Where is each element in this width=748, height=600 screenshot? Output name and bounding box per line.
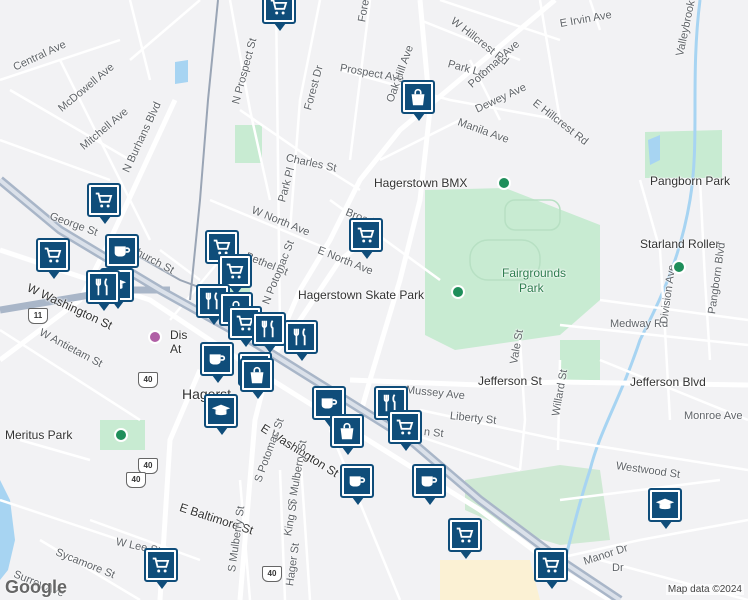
route-shield-40-alt: 40	[138, 372, 158, 388]
street-label-monroe-ave: Monroe Ave	[684, 410, 743, 422]
shopping-bag-icon	[244, 362, 270, 388]
cart-icon	[222, 258, 248, 284]
fork-knife-icon	[256, 316, 282, 342]
place-label-district-at: At	[170, 342, 182, 356]
restaurant-poi-pin[interactable]	[86, 270, 120, 311]
grocery-poi-pin[interactable]	[262, 0, 296, 31]
cart-icon	[91, 187, 117, 213]
place-label-fairgrounds-park: Park	[519, 281, 544, 295]
cart-icon	[40, 242, 66, 268]
school-poi-pin[interactable]	[648, 488, 682, 529]
meritus-park-poi-icon[interactable]	[114, 428, 128, 442]
shopping-poi-pin[interactable]	[240, 358, 274, 399]
fork-knife-icon	[288, 324, 314, 350]
shopping-poi-pin[interactable]	[330, 414, 364, 455]
street-label-n-st: n St	[423, 426, 445, 441]
skate-park-poi-icon[interactable]	[451, 285, 465, 299]
cart-icon	[392, 414, 418, 440]
grocery-poi-pin[interactable]	[87, 183, 121, 224]
restaurant-poi-pin[interactable]	[252, 312, 286, 353]
place-label-district: Dis	[170, 328, 188, 342]
cafe-poi-pin[interactable]	[200, 342, 234, 383]
cafe-poi-pin[interactable]	[340, 464, 374, 505]
graduation-cap-icon	[208, 398, 234, 424]
route-shield-11: 11	[28, 308, 48, 324]
grocery-poi-pin[interactable]	[349, 218, 383, 259]
route-shield-40-bottom: 40	[262, 566, 282, 582]
grocery-poi-pin[interactable]	[448, 518, 482, 559]
cart-icon	[266, 0, 292, 20]
grocery-poi-pin[interactable]	[534, 548, 568, 589]
place-label-starland-roller: Starland Roller	[640, 237, 720, 251]
bmx-poi-icon[interactable]	[497, 176, 511, 190]
place-label-fairgrounds: Fairgrounds	[502, 266, 567, 280]
grocery-poi-pin[interactable]	[36, 238, 70, 279]
district-poi-icon[interactable]	[148, 330, 162, 344]
google-logo: Google	[5, 577, 67, 597]
place-label-meritus-park: Meritus Park	[5, 428, 73, 442]
park-areas	[100, 125, 722, 600]
cart-icon	[148, 552, 174, 578]
fork-knife-icon	[90, 274, 116, 300]
place-label-pangborn-park: Pangborn Park	[650, 174, 731, 188]
cafe-poi-pin[interactable]	[412, 464, 446, 505]
place-label-hagerstown-bmx: Hagerstown BMX	[374, 176, 468, 190]
cart-icon	[538, 552, 564, 578]
school-poi-pin[interactable]	[204, 394, 238, 435]
graduation-cap-icon	[652, 492, 678, 518]
street-label-jefferson-blvd: Jefferson Blvd	[630, 375, 706, 389]
grocery-poi-pin[interactable]	[144, 548, 178, 589]
starland-roller-poi-icon[interactable]	[672, 260, 686, 274]
grocery-poi-pin[interactable]	[218, 254, 252, 295]
grocery-poi-pin[interactable]	[388, 410, 422, 451]
cart-icon	[353, 222, 379, 248]
cart-icon	[452, 522, 478, 548]
shopping-bag-icon	[334, 418, 360, 444]
cup-icon	[109, 238, 135, 264]
route-shield-40: 40	[126, 472, 146, 488]
cup-icon	[316, 390, 342, 416]
cup-icon	[416, 468, 442, 494]
cup-icon	[344, 468, 370, 494]
cafe-poi-pin[interactable]	[105, 234, 139, 275]
map-canvas[interactable]: Hagerstown BMX Pangborn Park Starland Ro…	[0, 0, 748, 600]
street-label-jefferson-st: Jefferson St	[478, 374, 542, 388]
cup-icon	[204, 346, 230, 372]
place-label-skate-park: Hagerstown Skate Park	[298, 288, 425, 302]
restaurant-poi-pin[interactable]	[284, 320, 318, 361]
shopping-bag-icon	[405, 84, 431, 110]
street-label-dr: Dr	[612, 562, 624, 574]
map-data-attribution[interactable]: Map data ©2024	[665, 584, 744, 595]
shopping-poi-pin[interactable]	[401, 80, 435, 121]
